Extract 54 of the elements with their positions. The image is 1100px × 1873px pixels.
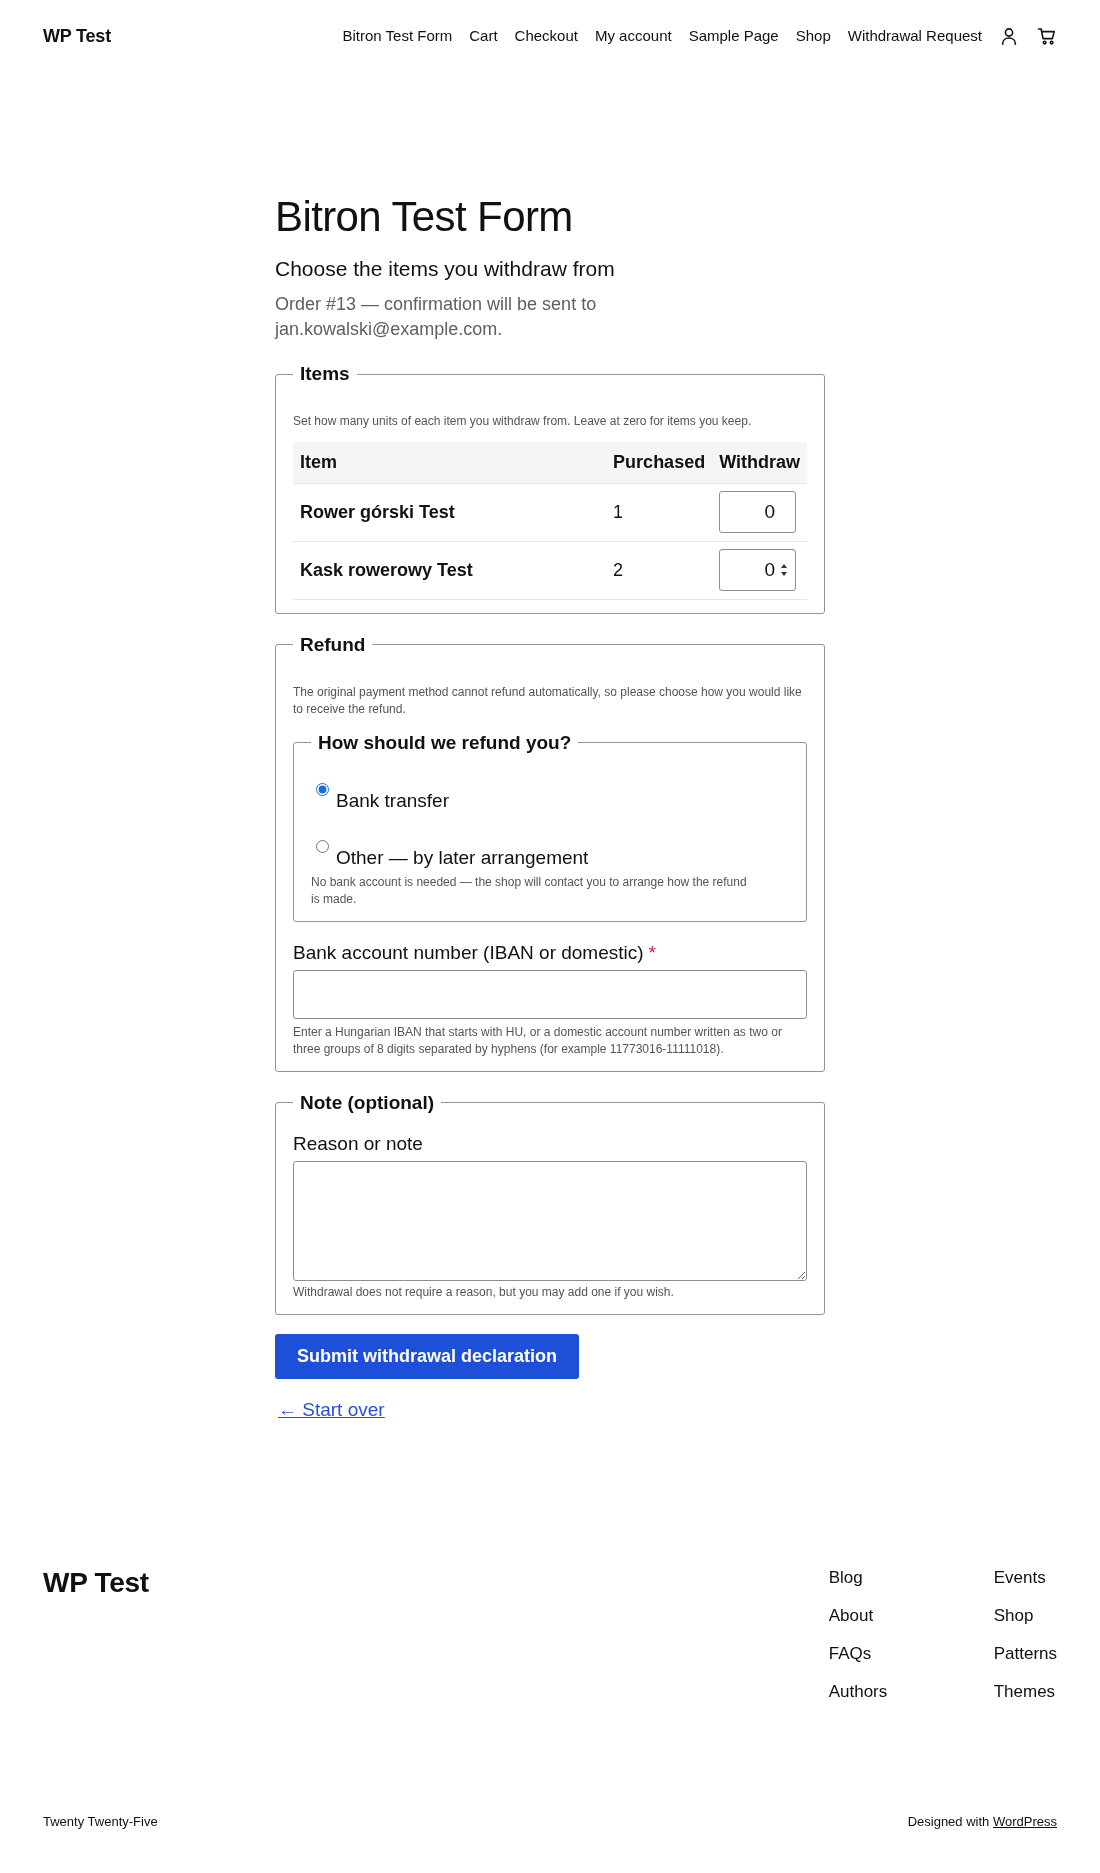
footer-link[interactable]: About xyxy=(828,1604,994,1628)
nav-link[interactable]: Checkout xyxy=(514,25,578,47)
table-cell: Kask rowerowy Test xyxy=(293,541,607,599)
designed-with-credit: Designed with WordPress xyxy=(907,1813,1057,1831)
fieldset-legend: Items xyxy=(293,362,357,386)
option-label[interactable]: Other — by later arrangement xyxy=(336,844,589,870)
footer-link[interactable]: Shop xyxy=(993,1604,1057,1628)
table-cell: Rower górski Test xyxy=(293,483,607,541)
nav-link[interactable]: My account xyxy=(594,25,672,47)
radio-button[interactable] xyxy=(316,782,329,796)
option-label[interactable]: Bank transfer xyxy=(336,787,449,813)
site-title[interactable]: WP Test xyxy=(43,1566,149,1600)
fieldset-legend: Refund xyxy=(293,632,373,657)
help-text: No bank account is needed — the shop will contact you to arrange how the refund is made. xyxy=(311,873,748,908)
order-note: Order #13 — confirmation will be sent to jan.kowalski@example.com. xyxy=(275,293,598,341)
column-header: Purchased xyxy=(606,442,713,483)
footer-link[interactable]: Blog xyxy=(828,1566,994,1590)
footer-link[interactable]: FAQs xyxy=(828,1642,994,1666)
quantity-field[interactable]: 0 xyxy=(719,549,797,591)
column-header: Withdraw xyxy=(712,442,807,483)
page-title: Bitron Test Form xyxy=(275,192,574,242)
footer-link[interactable]: Authors xyxy=(828,1680,994,1704)
account-number-field[interactable] xyxy=(293,969,807,1019)
column-header: Item xyxy=(293,442,607,483)
user-icon[interactable] xyxy=(999,26,1019,46)
nav-link[interactable]: Withdrawal Request xyxy=(847,25,982,47)
fieldset-legend: Note (optional) xyxy=(293,1090,442,1115)
nav-link[interactable]: Bitron Test Form xyxy=(342,25,453,47)
field-label: Bank account number (IBAN or domestic) * xyxy=(293,940,657,965)
help-text: Enter a Hungarian IBAN that starts with HU, or a domestic account number written as two or three groups of 8 digits separated by hyphens (for example 11773016-11111018). xyxy=(293,1023,783,1058)
page-subtitle: Choose the items you withdraw from xyxy=(275,256,616,282)
site-title[interactable]: WP Test xyxy=(43,24,111,48)
help-text: The original payment method cannot refund automatically, so please choose how you would like to receive the refund. xyxy=(293,683,803,718)
footer-link[interactable]: Patterns xyxy=(993,1642,1057,1666)
note-field[interactable] xyxy=(293,1160,807,1281)
table-cell: 1 xyxy=(606,483,713,541)
nav-link[interactable]: Cart xyxy=(469,25,498,47)
quantity-field[interactable]: 0 xyxy=(719,491,797,533)
nav-link[interactable]: Shop xyxy=(795,25,831,47)
cart-icon[interactable] xyxy=(1037,26,1057,46)
nav-link[interactable]: Sample Page xyxy=(688,25,779,47)
footer-link[interactable]: Events xyxy=(993,1566,1057,1590)
help-text: Withdrawal does not require a reason, but you may add one if you wish. xyxy=(293,1283,675,1301)
table-cell: 2 xyxy=(606,541,713,599)
wordpress-link[interactable]: WordPress xyxy=(992,1814,1057,1829)
field-label: Reason or note xyxy=(293,1131,424,1156)
stepper-arrows-icon[interactable] xyxy=(780,562,789,578)
footer-link[interactable]: Themes xyxy=(993,1680,1057,1704)
help-text: Set how many units of each item you withdraw from. Leave at zero for items you keep. xyxy=(293,413,753,430)
radio-button[interactable] xyxy=(316,839,329,853)
fieldset-legend: How should we refund you? xyxy=(311,730,579,755)
start-over-link[interactable]: ← Start over xyxy=(278,1396,385,1422)
theme-credit: Twenty Twenty-Five xyxy=(43,1813,158,1831)
submit-button[interactable]: Submit withdrawal declaration xyxy=(275,1333,580,1379)
